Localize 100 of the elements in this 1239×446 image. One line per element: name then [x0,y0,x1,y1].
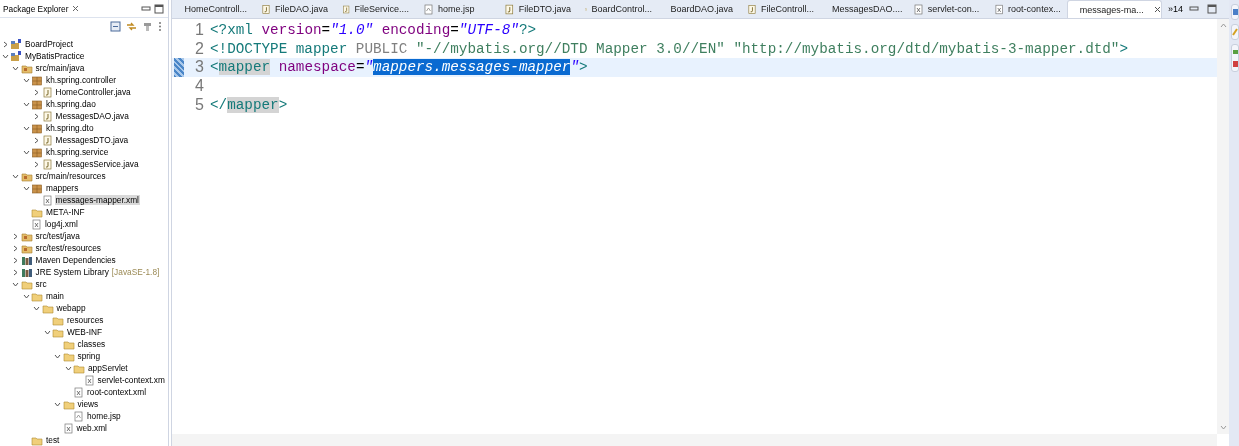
link-icon[interactable] [126,20,137,32]
tree-item[interactable]: MyBatisPractice [24,51,86,61]
editor-tab[interactable]: BoardControl... [577,0,658,18]
tree-item[interactable]: kh.spring.service [45,147,110,157]
xml-file-icon [73,386,84,398]
source-folder-icon [20,242,33,254]
folder-icon [62,350,75,362]
jsp-file-icon [73,410,84,422]
editor-tab[interactable]: home.jsp [415,0,496,18]
library-icon [20,266,33,278]
tree-item[interactable]: main [45,291,65,301]
xml-file-icon [41,194,53,206]
tree-item-decoration: [JavaSE-1.8] [111,267,160,277]
close-icon[interactable] [71,5,79,13]
maximize-icon[interactable] [1207,4,1217,14]
toolbar-icon[interactable] [1232,8,1238,16]
library-icon [20,254,33,266]
tree-item[interactable]: appServlet [87,363,129,373]
editor-tab[interactable]: MessagesDAO.... [820,0,905,18]
tree-item[interactable]: log4j.xml [44,219,79,229]
folder-icon [31,290,43,302]
minimize-icon[interactable] [141,5,151,12]
code-line: <!DOCTYPE mapper PUBLIC "-//mybatis.org//DTD Mapper 3.0//EN" "http://mybatis.org/dtd/mybatis-3-mapper.dtd"> [210,40,1129,57]
view-menu-icon[interactable] [158,20,162,32]
xml-file-icon [83,374,95,386]
editor-tab[interactable]: FileDTO.java [496,0,577,18]
xml-file-icon [912,3,924,15]
view-title[interactable]: Package Explorer [3,3,69,14]
xml-file-icon [62,422,74,434]
folder-icon [31,434,43,446]
tree-item[interactable]: Maven Dependencies [34,255,117,265]
tree-item[interactable]: src/main/resources [34,171,107,181]
tree-item[interactable]: views [76,399,100,409]
tree-item[interactable]: spring [76,351,102,361]
folder-icon [41,302,54,314]
tree-item[interactable]: home.jsp [86,411,122,421]
xml-file-icon [31,218,42,230]
tree-item[interactable]: root-context.xml [86,387,148,397]
tab-overflow-button[interactable]: »14 [1161,0,1189,18]
tree-item[interactable]: src/test/resources [34,243,102,253]
code-line: </mapper> [210,96,288,113]
project-icon [10,50,22,62]
editor-tab[interactable]: FileDAO.java [253,0,334,18]
tree-item[interactable]: WEB-INF [66,327,104,337]
line-number: 1 [194,21,205,40]
editor-tab[interactable]: FileControll... [739,0,820,18]
collapse-all-icon[interactable] [110,20,121,32]
tree-item[interactable]: MessagesDAO.java [54,111,130,121]
folder-icon [62,398,75,410]
tree-item[interactable]: src/test/java [34,231,81,241]
tree-item[interactable]: test [45,435,61,445]
editor-tab[interactable]: FileService.... [334,0,415,18]
source-folder-icon [20,230,33,242]
tree-item[interactable]: webapp [55,303,87,313]
xml-file-icon [993,3,1005,15]
package-icon [31,182,43,194]
minimize-icon[interactable] [1189,6,1199,12]
package-icon [31,122,43,134]
source-folder-icon [20,62,33,74]
editor-tab[interactable]: BoardDAO.java [658,0,739,18]
tree-item[interactable]: BoardProject [24,39,74,49]
tree-item[interactable]: messages-mapper.xml [54,195,140,205]
tree-item[interactable]: src/main/java [34,63,86,73]
horizontal-scrollbar[interactable] [172,434,1217,446]
change-marker [174,58,184,77]
editor-tab[interactable]: messages-ma... [1066,0,1162,18]
tree-item[interactable]: HomeController.java [54,87,132,97]
tree-item[interactable]: kh.spring.controller [45,75,118,85]
tree-item[interactable]: servlet-context.xm [96,375,166,385]
close-icon[interactable] [1153,6,1161,13]
tree-item[interactable]: kh.spring.dao [45,99,97,109]
editor-tab[interactable]: root-contex... [985,0,1067,18]
maximize-icon[interactable] [154,3,164,14]
tree-item[interactable]: classes [76,339,107,349]
jsp-file-icon [423,3,434,15]
folder-icon [52,326,64,338]
tree-item[interactable]: resources [66,315,105,325]
line-number: 3 [194,58,205,77]
tree-item[interactable]: META-INF [45,207,86,217]
tree-item[interactable]: MessagesDTO.java [54,135,130,145]
editor-tab[interactable]: HomeControll... [172,0,253,18]
filter-icon[interactable] [142,20,153,32]
line-number: 5 [194,95,205,114]
line-number: 2 [194,39,205,58]
editor-tab[interactable]: servlet-con... [904,0,986,18]
folder-icon [73,362,85,374]
tree-item[interactable]: JRE System Library [34,267,110,277]
tree-item[interactable]: src [34,279,48,289]
tree-item[interactable]: mappers [45,183,80,193]
folder-icon [62,338,75,350]
folder-icon [20,278,33,290]
tree-item[interactable]: MessagesService.java [54,159,140,169]
package-icon [31,74,43,86]
line-number: 4 [194,77,205,96]
folder-icon [52,314,64,326]
tree-item[interactable]: web.xml [75,423,108,433]
package-icon [31,146,43,158]
tree-item[interactable]: kh.spring.dto [45,123,95,133]
package-icon [31,98,43,110]
source-folder-icon [20,170,33,182]
